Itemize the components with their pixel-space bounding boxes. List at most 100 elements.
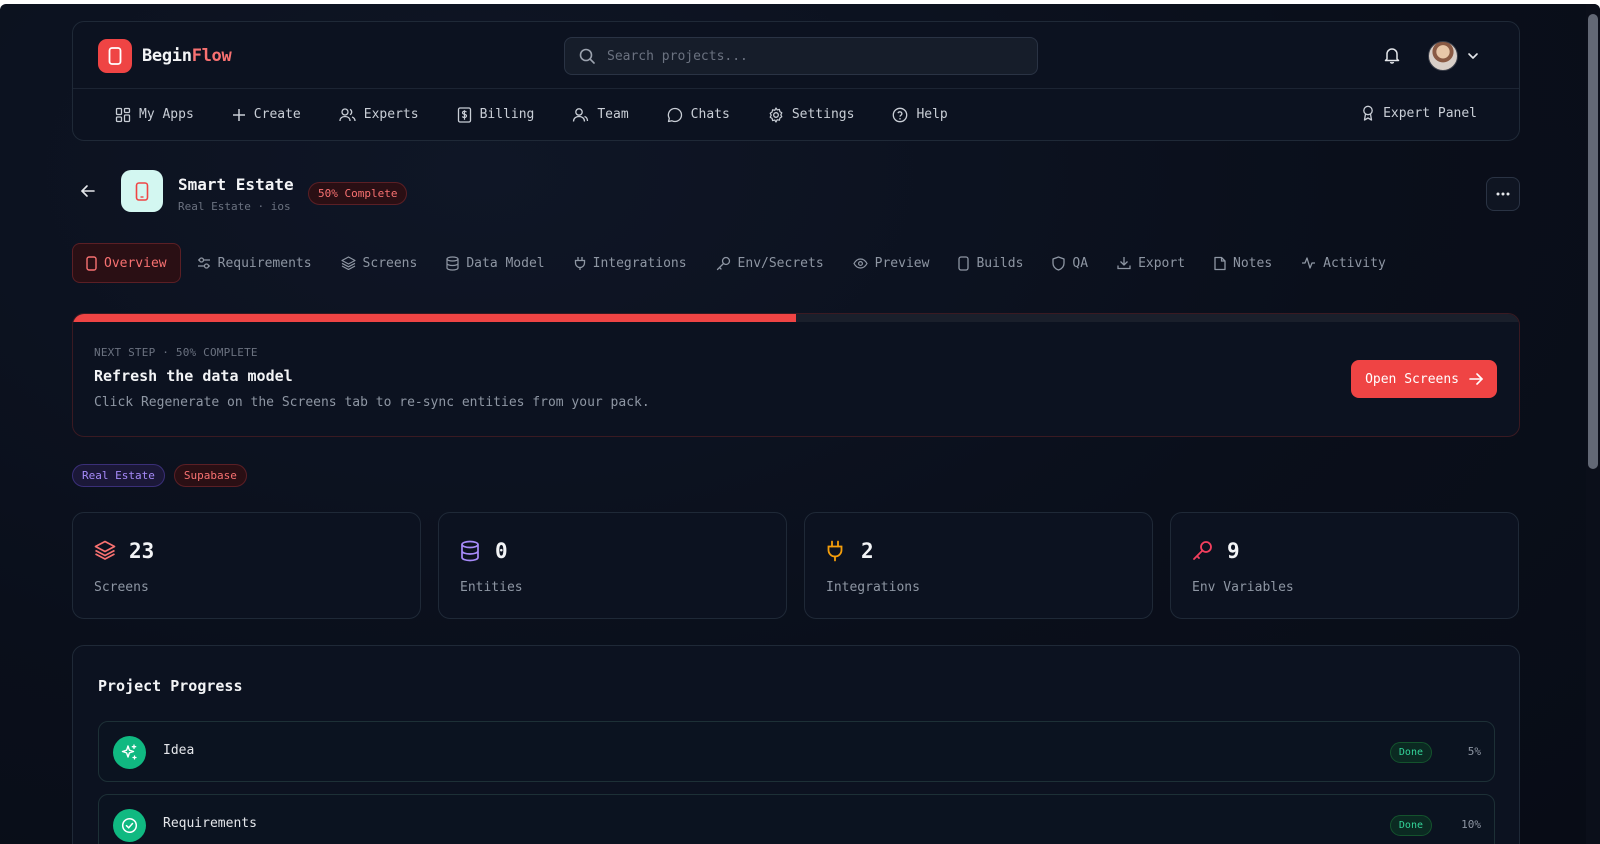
- stat-card-entities[interactable]: 0 Entities: [438, 512, 787, 619]
- tab-export[interactable]: Export: [1104, 243, 1198, 283]
- nav-label: Team: [597, 107, 629, 122]
- app-window: BeginFlow My Apps Create Experts: [0, 4, 1600, 844]
- tab-label: Notes: [1233, 255, 1273, 271]
- open-screens-button[interactable]: Open Screens: [1351, 360, 1497, 398]
- next-step-description: Click Regenerate on the Screens tab to r…: [94, 395, 650, 410]
- top-header: BeginFlow My Apps Create Experts: [72, 21, 1520, 141]
- tab-env-secrets[interactable]: Env/Secrets: [703, 243, 837, 283]
- next-step-kicker: NEXT STEP · 50% COMPLETE: [94, 346, 258, 359]
- back-arrow-icon[interactable]: [80, 183, 96, 199]
- tag-supabase[interactable]: Supabase: [173, 464, 247, 487]
- brand-suffix: Flow: [191, 46, 232, 66]
- scrollbar-thumb[interactable]: [1588, 14, 1598, 469]
- nav-chats[interactable]: Chats: [667, 107, 730, 123]
- nav-create[interactable]: Create: [232, 107, 301, 122]
- plug-icon: [827, 540, 843, 562]
- brand-logo[interactable]: BeginFlow: [98, 39, 232, 73]
- award-icon: [1363, 105, 1373, 121]
- status-badge: Done: [1389, 815, 1432, 836]
- next-step-title: Refresh the data model: [94, 367, 293, 385]
- nav-experts[interactable]: Experts: [339, 107, 419, 123]
- check-circle-icon: [121, 817, 138, 834]
- stat-value: 9: [1227, 539, 1240, 563]
- stage-percent: 10%: [1461, 818, 1481, 831]
- stage-item-requirements[interactable]: Requirements Done 10%: [98, 794, 1495, 844]
- question-circle-icon: [893, 107, 908, 122]
- nav-expert-panel[interactable]: Expert Panel: [1361, 105, 1477, 121]
- nav-settings[interactable]: Settings: [768, 106, 855, 123]
- stage-status-circle: [113, 736, 146, 769]
- stat-card-screens[interactable]: 23 Screens: [72, 512, 421, 619]
- tab-qa[interactable]: QA: [1039, 243, 1101, 283]
- tab-label: QA: [1072, 255, 1089, 271]
- layers-icon: [94, 540, 116, 560]
- avatar[interactable]: [1428, 41, 1458, 71]
- note-icon: [1214, 256, 1226, 270]
- stage-name: Idea: [163, 743, 195, 758]
- eye-icon: [852, 257, 868, 269]
- stat-value: 23: [129, 539, 155, 563]
- tab-requirements[interactable]: Requirements: [184, 243, 325, 283]
- nav-team[interactable]: Team: [572, 107, 629, 123]
- stage-item-idea[interactable]: Idea Done 5%: [98, 721, 1495, 782]
- tab-preview[interactable]: Preview: [840, 243, 943, 283]
- chevron-down-icon[interactable]: [1466, 49, 1480, 63]
- status-badge: Done: [1389, 742, 1432, 763]
- user-group-icon: [573, 107, 589, 122]
- stat-card-integrations[interactable]: 2 Integrations: [804, 512, 1153, 619]
- dollar-receipt-icon: [457, 106, 471, 123]
- bell-icon[interactable]: [1383, 46, 1401, 64]
- stage-name: Requirements: [163, 816, 257, 831]
- brand-name: BeginFlow: [142, 46, 232, 66]
- nav-label: Create: [253, 107, 301, 122]
- more-options-button[interactable]: [1486, 177, 1520, 211]
- tab-notes[interactable]: Notes: [1201, 243, 1285, 283]
- search-input[interactable]: [607, 48, 1007, 64]
- progress-title: Project Progress: [98, 677, 243, 695]
- tag-real-estate[interactable]: Real Estate: [72, 464, 165, 487]
- stage-percent: 5%: [1467, 745, 1481, 758]
- tab-integrations[interactable]: Integrations: [561, 243, 700, 283]
- chat-bubble-icon: [667, 107, 682, 122]
- tab-label: Screens: [362, 255, 418, 271]
- search-icon: [579, 48, 595, 64]
- stat-card-env-variables[interactable]: 9 Env Variables: [1170, 512, 1519, 619]
- ellipsis-icon: [1496, 192, 1510, 196]
- stat-value: 2: [861, 539, 874, 563]
- nav-billing[interactable]: Billing: [457, 106, 534, 123]
- plug-icon: [574, 256, 585, 270]
- nav-label: My Apps: [139, 107, 194, 122]
- grid-icon: [115, 107, 131, 122]
- users-icon: [339, 107, 356, 121]
- project-tabs: Overview Requirements Screens Data Model…: [72, 243, 1402, 283]
- tab-label: Export: [1138, 255, 1186, 271]
- header-row: BeginFlow: [73, 22, 1519, 89]
- tab-overview[interactable]: Overview: [72, 243, 181, 283]
- button-label: Open Screens: [1365, 371, 1459, 387]
- activity-icon: [1302, 257, 1316, 269]
- nav-my-apps[interactable]: My Apps: [115, 107, 194, 123]
- project-subtitle: Real Estate · ios: [178, 200, 291, 213]
- progress-bar: [73, 314, 1519, 322]
- tab-label: Overview: [104, 255, 167, 271]
- tab-builds[interactable]: Builds: [945, 243, 1036, 283]
- nav-help[interactable]: Help: [892, 107, 948, 123]
- tab-data-model[interactable]: Data Model: [433, 243, 557, 283]
- search-bar[interactable]: [564, 37, 1038, 75]
- stat-value: 0: [495, 539, 508, 563]
- nav-label: Settings: [791, 107, 855, 122]
- nav-label: Help: [916, 107, 948, 122]
- main-nav: My Apps Create Experts Billing Team Chat…: [73, 89, 1519, 140]
- tab-activity[interactable]: Activity: [1288, 243, 1399, 283]
- stage-status-circle: [113, 809, 146, 842]
- tab-label: Requirements: [217, 255, 312, 271]
- stat-label: Integrations: [826, 580, 920, 595]
- arrow-right-icon: [1469, 373, 1483, 385]
- tab-screens[interactable]: Screens: [328, 243, 431, 283]
- key-icon: [1193, 541, 1212, 560]
- completion-badge: 50% Complete: [308, 182, 408, 205]
- expert-panel-label: Expert Panel: [1383, 105, 1477, 121]
- plus-icon: [232, 108, 245, 121]
- project-tags: Real Estate Supabase: [72, 464, 247, 487]
- phone-icon: [98, 39, 132, 73]
